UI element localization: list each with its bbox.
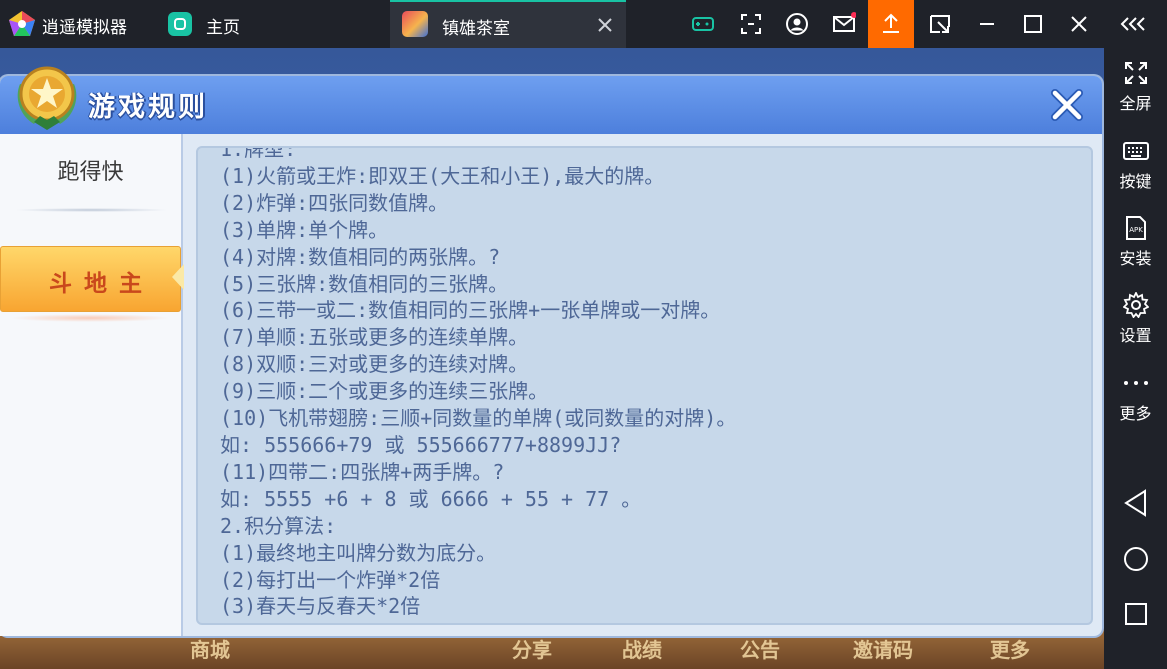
game-app-icon [402, 11, 428, 37]
tab-doudizhu[interactable]: 斗地主 [0, 246, 181, 312]
sidebar-label-install: 安装 [1119, 249, 1152, 268]
recent-apps-icon[interactable] [1123, 601, 1149, 627]
gear-icon [1122, 292, 1149, 318]
svg-text:APK: APK [1129, 226, 1143, 234]
rules-content[interactable]: 1.牌型: (1)火箭或王炸:即双王(大王和小王),最大的牌。 (2)炸弹:四张同数… [196, 146, 1093, 625]
rule-line: (9)三顺:二个或更多的连续三张牌。 [220, 379, 549, 404]
gamepad-icon[interactable] [691, 12, 715, 36]
bottom-item-share[interactable]: 分享 [512, 634, 552, 663]
rules-list: 1.牌型: (1)火箭或王炸:即双王(大王和小王),最大的牌。 (2)炸弹:四张同数… [220, 146, 737, 620]
tab-game-label: 镇雄茶室 [442, 19, 510, 39]
home-tab-label[interactable]: 主页 [206, 13, 240, 38]
tab-doudizhu-label: 斗地主 [49, 271, 154, 297]
bottom-item-record[interactable]: 战绩 [622, 634, 662, 663]
emulator-app-name: 逍遥模拟器 [42, 18, 127, 38]
apk-icon: APK [1125, 216, 1146, 240]
maximize-icon[interactable] [1021, 12, 1045, 36]
rule-line: 1.牌型: [220, 146, 297, 161]
screenshot-icon[interactable] [739, 12, 763, 36]
rule-line: (1)最终地主叫牌分数为底分。 [220, 540, 497, 565]
sidebar-item-install[interactable]: APK 安装 [1104, 215, 1167, 269]
close-tab-icon[interactable] [596, 16, 614, 34]
sidebar-item-more[interactable]: 更多 [1104, 370, 1167, 424]
rule-line: 如: 5555 +6 + 8 或 6666 + 55 + 77 。 [220, 486, 642, 511]
sidebar-item-settings[interactable]: 设置 [1104, 292, 1167, 346]
rules-tab-list: 跑得快 斗地主 [0, 134, 184, 636]
user-icon[interactable] [785, 12, 809, 36]
more-icon [1123, 381, 1148, 385]
sidebar-item-fullscreen[interactable]: 全屏 [1104, 60, 1167, 114]
rule-line: 如: 555666+79 或 555666777+8899JJ? [220, 432, 622, 457]
emulator-titlebar: 逍遥模拟器 主页 镇雄茶室 [0, 0, 1167, 48]
mail-icon[interactable] [832, 12, 856, 36]
rule-line: (5)三张牌:数值相同的三张牌。 [220, 271, 509, 296]
dialog-title: 游戏规则 [88, 92, 208, 123]
tab-game[interactable]: 镇雄茶室 [390, 0, 626, 48]
home-icon[interactable] [168, 12, 192, 36]
rule-line: (3)春天与反春天*2倍 [220, 594, 421, 619]
medal-badge-icon [17, 66, 77, 130]
emulator-sidebar: 全屏 按键 APK 安装 设置 更多 [1104, 48, 1167, 669]
rule-line: (3)单牌:单个牌。 [220, 217, 389, 242]
active-tab-arrow-icon [172, 264, 184, 290]
tab-paodekuai-label: 跑得快 [57, 160, 124, 185]
rule-line: (10)飞机带翅膀:三顺+同数量的单牌(或同数量的对牌)。 [220, 406, 737, 431]
upload-button[interactable] [868, 0, 914, 48]
rule-line: 2.积分算法: [220, 513, 337, 538]
rule-line: (8)双顺:三对或更多的连续对牌。 [220, 352, 529, 377]
back-icon[interactable] [1123, 488, 1149, 518]
sidebar-label-settings: 设置 [1119, 326, 1152, 345]
rules-dialog: 游戏规则 跑得快 斗地主 1.牌型: (1)火箭或王炸:即双王(大王和小王),最大… [0, 66, 1102, 636]
upload-icon [883, 13, 899, 33]
dialog-header: 游戏规则 [0, 66, 1102, 134]
window-mode-icon[interactable] [928, 12, 952, 36]
emulator-logo-icon [9, 11, 35, 36]
close-window-icon[interactable] [1067, 12, 1091, 36]
sidebar-label-fullscreen: 全屏 [1119, 94, 1152, 113]
bottom-item-invite[interactable]: 邀请码 [853, 634, 913, 663]
rule-line: (4)对牌:数值相同的两张牌。? [220, 244, 501, 269]
bottom-item-shop[interactable]: 商城 [190, 634, 230, 663]
bottom-item-more[interactable]: 更多 [990, 634, 1030, 663]
android-home-icon[interactable] [1122, 545, 1150, 573]
rule-line: (2)炸弹:四张同数值牌。 [220, 190, 449, 215]
rule-line: (2)每打出一个炸弹*2倍 [220, 567, 441, 592]
close-dialog-icon[interactable] [1050, 88, 1084, 122]
rule-line: (11)四带二:四张牌+两手牌。? [220, 459, 505, 484]
sidebar-item-keymap[interactable]: 按键 [1104, 138, 1167, 192]
sidebar-label-more: 更多 [1119, 404, 1152, 423]
tab-paodekuai[interactable]: 跑得快 [0, 134, 181, 202]
rule-line: (1)火箭或王炸:即双王(大王和小王),最大的牌。 [220, 163, 665, 188]
collapse-sidebar-icon[interactable] [1120, 12, 1148, 36]
tab-divider [14, 208, 169, 212]
keyboard-icon [1122, 142, 1149, 160]
rule-line: (7)单顺:五张或更多的连续单牌。 [220, 325, 529, 350]
fullscreen-icon [1124, 62, 1147, 84]
sidebar-label-keymap: 按键 [1119, 172, 1152, 191]
rule-line: (6)三带一或二:数值相同的三张牌+一张单牌或一对牌。 [220, 298, 721, 323]
active-tab-glow [10, 314, 170, 322]
minimize-icon[interactable] [975, 12, 999, 36]
bottom-item-notice[interactable]: 公告 [740, 634, 780, 663]
